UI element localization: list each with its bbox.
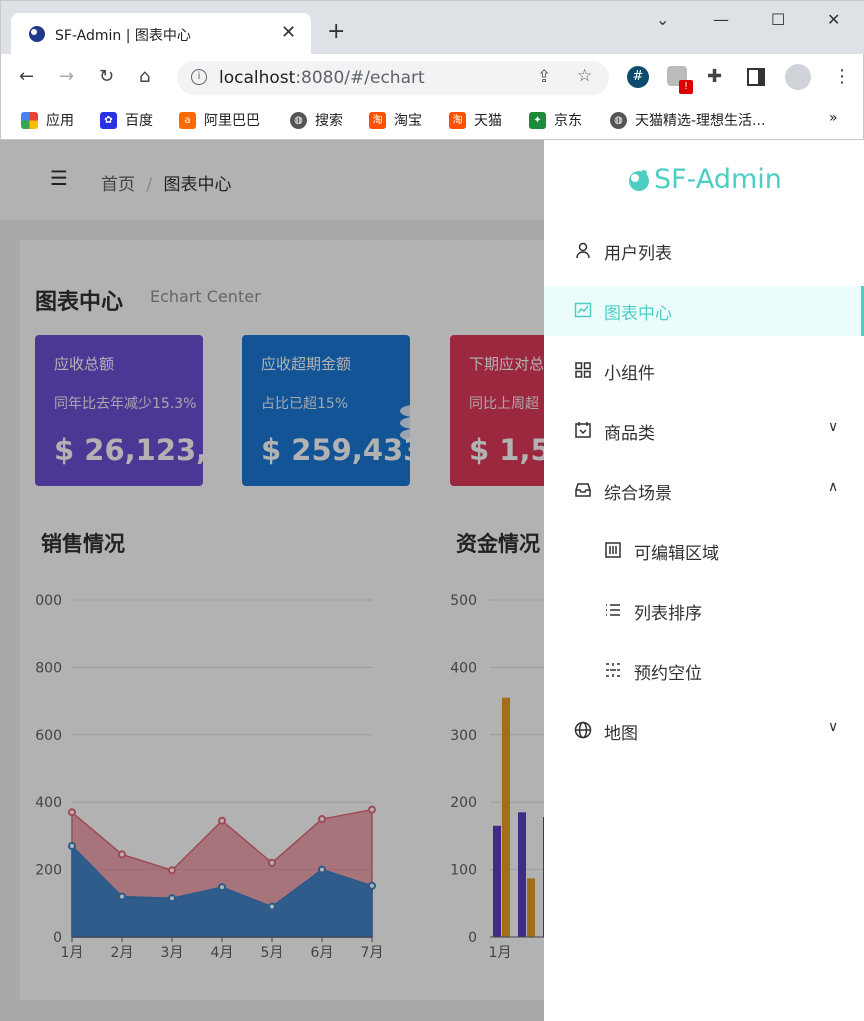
taobao-icon: 淘 [369,111,386,129]
tab-search-chevron-icon[interactable]: ⌄ [656,10,669,29]
bookmark-label: 搜索 [315,113,343,129]
bookmark-baidu[interactable]: ✿ 百度 [100,110,153,130]
url-text: localhost:8080/#/echart [219,68,425,88]
bookmark-tmall-genie[interactable]: ◍ 天猫精选-理想生活... [610,110,765,130]
forward-icon[interactable]: → [59,66,74,87]
profile-avatar-icon[interactable] [785,64,811,90]
app-logo[interactable]: SF-Admin [626,164,782,195]
bookmark-label: 京东 [554,113,582,129]
window-close-icon[interactable]: ✕ [827,10,840,29]
sidebar-item-label: 商品类 [604,424,655,444]
inbox-icon [575,483,591,497]
sidebar-item-label: 综合场景 [604,484,672,504]
alibaba-icon: a [179,111,196,129]
hash-extension-icon[interactable]: # [627,66,649,88]
browser-tab[interactable]: SF-Admin | 图表中心 ✕ [11,13,311,54]
grid-icon [575,362,591,378]
sidebar-item-label: 列表排序 [634,604,702,624]
line-chart-icon [574,302,592,318]
chevron-down-icon: ∨ [828,719,839,735]
bookmark-taobao[interactable]: 淘淘宝 [369,110,422,130]
sidebar-item-products[interactable]: 商品类 ∨ [544,406,864,456]
sidebar-item-reserve-seats[interactable]: 预约空位 [544,646,864,696]
sliders-icon [605,542,621,558]
minimize-icon[interactable]: — [713,10,729,29]
user-icon [576,242,590,259]
bookmarks-bar: 应用 ✿ 百度 a 阿里巴巴 ◍ 搜索 淘淘宝 淘天猫 ✦ 京东 ◍ 天猫精选-理想生活.… [1,101,864,139]
bookmark-label: 淘宝 [394,113,422,129]
calendar-box-icon [575,422,591,438]
side-panel-icon[interactable] [747,68,765,86]
nav-row: ← → ↻ ⌂ i localhost:8080/#/echart ⇪ ☆ # … [1,54,864,101]
list-icon [606,604,620,616]
bookmark-label: 阿里巴巴 [204,113,260,129]
sidebar-item-editable-area[interactable]: 可编辑区域 [544,526,864,576]
bookmark-search[interactable]: ◍ 搜索 [290,110,343,130]
sf-admin-logo-icon [629,169,649,191]
sidebar-item-label: 地图 [604,724,638,744]
new-tab-icon[interactable]: + [327,19,345,44]
tmall-icon: 淘 [449,111,466,129]
seat-grid-icon [606,663,620,677]
bookmark-jd[interactable]: ✦ 京东 [529,110,582,130]
bookmark-label: 应用 [46,113,74,129]
bookmark-label: 百度 [125,113,153,129]
jd-icon: ✦ [529,111,546,129]
apps-grid-icon [21,111,38,129]
back-icon[interactable]: ← [19,66,34,87]
sidebar-item-map[interactable]: 地图 ∨ [544,706,864,756]
sidebar-drawer: SF-Admin 用户列表 图表中心 小组件 商品类 ∨ 综合场景 ∧ 可编辑区… [544,140,864,1021]
url-host: localhost [219,68,296,88]
bookmarks-overflow-icon[interactable]: » [829,110,838,126]
sidebar-item-charts[interactable]: 图表中心 [544,286,864,336]
home-icon[interactable]: ⌂ [139,66,150,87]
chevron-up-icon: ∧ [828,479,839,495]
browser-chrome: SF-Admin | 图表中心 ✕ + ⌄ — ☐ ✕ ← → ↻ ⌂ i lo… [0,0,864,140]
globe-icon: ◍ [290,111,307,129]
sidebar-item-label: 图表中心 [604,304,672,324]
sidebar-item-label: 预约空位 [634,664,702,684]
bookmark-apps[interactable]: 应用 [21,110,74,130]
sidebar-item-label: 可编辑区域 [634,544,719,564]
share-icon[interactable]: ⇪ [537,67,551,87]
menu-kebab-icon[interactable]: ⋮ [833,66,851,87]
tab-bar: SF-Admin | 图表中心 ✕ + ⌄ — ☐ ✕ [1,1,864,54]
bookmark-tmall[interactable]: 淘天猫 [449,110,502,130]
logo-text: SF-Admin [654,164,782,195]
sf-admin-favicon [29,26,45,42]
extensions-puzzle-icon[interactable]: ✚ [707,66,722,87]
alert-badge-icon: ! [679,80,693,94]
sidebar-item-list-sort[interactable]: 列表排序 [544,586,864,636]
close-tab-icon[interactable]: ✕ [281,22,296,43]
sidebar-item-label: 用户列表 [604,244,672,264]
chevron-down-icon: ∨ [828,419,839,435]
sidebar-item-scenarios[interactable]: 综合场景 ∧ [544,466,864,516]
app-root: ☰ 首页 / 图表中心 图表中心 Echart Center 应收总额 同年比去… [0,140,864,1021]
globe-icon: ◍ [610,111,627,129]
bookmark-star-icon[interactable]: ☆ [577,66,592,86]
site-info-icon[interactable]: i [191,69,207,85]
url-path: :8080/#/echart [295,68,425,88]
sidebar-item-label: 小组件 [604,364,655,384]
tab-title: SF-Admin | 图表中心 [55,28,191,44]
bookmark-label: 天猫 [474,113,502,129]
sidebar-item-users[interactable]: 用户列表 [544,226,864,276]
sidebar-item-widgets[interactable]: 小组件 [544,346,864,396]
bookmark-label: 天猫精选-理想生活... [635,113,766,129]
baidu-paw-icon: ✿ [100,111,117,129]
bookmark-alibaba[interactable]: a 阿里巴巴 [179,110,260,130]
reload-icon[interactable]: ↻ [99,66,114,87]
address-bar[interactable]: i localhost:8080/#/echart ⇪ ☆ [177,61,609,95]
globe-icon [574,721,592,739]
maximize-icon[interactable]: ☐ [771,10,785,29]
